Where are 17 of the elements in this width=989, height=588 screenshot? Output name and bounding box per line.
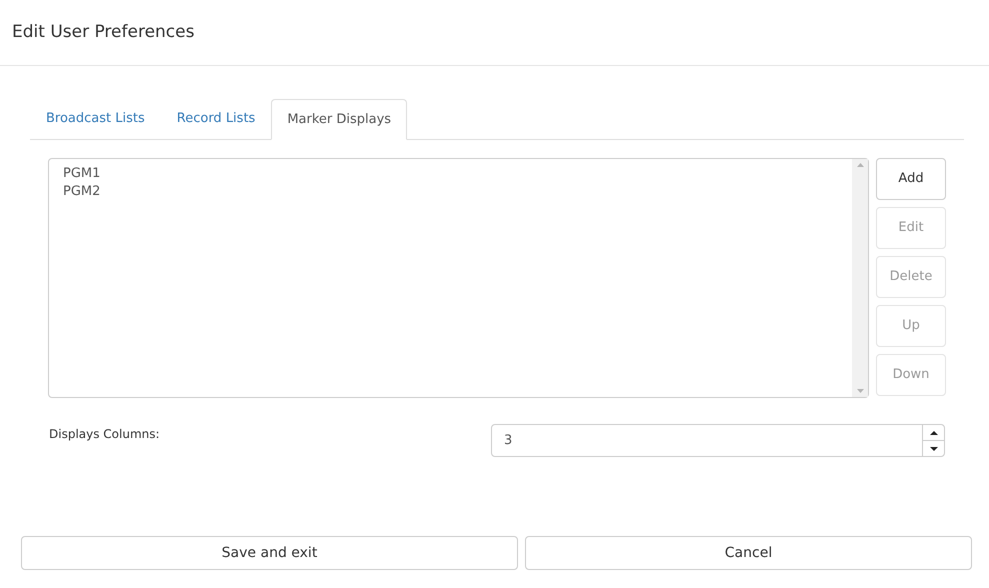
footer-button[interactable]: Save and exit: [21, 536, 518, 570]
list-item[interactable]: PGM1: [63, 165, 852, 183]
caret-down-icon: [930, 446, 938, 450]
scroll-down-icon[interactable]: [856, 389, 864, 393]
tab[interactable]: Marker Displays: [271, 99, 408, 140]
list-box[interactable]: PGM1 PGM2: [48, 158, 869, 398]
tab[interactable]: Broadcast Lists: [30, 99, 161, 139]
field-label: Displays Columns:: [49, 426, 161, 443]
dialog-title: Edit User Preferences: [12, 20, 194, 44]
list-item[interactable]: PGM2: [63, 183, 852, 201]
footer-button[interactable]: Cancel: [525, 536, 972, 570]
side-button[interactable]: Add: [876, 158, 946, 200]
number-field[interactable]: 3: [491, 424, 945, 457]
scrollbar[interactable]: [852, 159, 868, 397]
tab[interactable]: Record Lists: [160, 99, 272, 139]
caret-up-icon: [930, 430, 938, 434]
scroll-up-icon[interactable]: [856, 163, 864, 167]
